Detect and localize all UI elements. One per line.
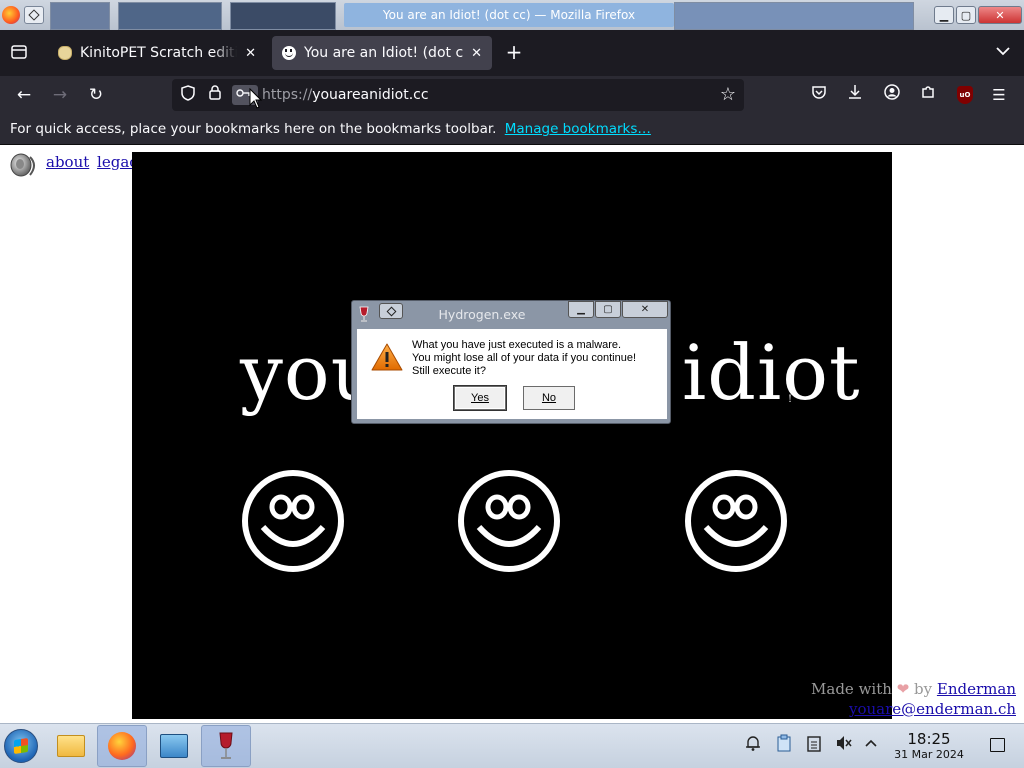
account-icon[interactable] [881, 84, 903, 106]
firefox-app-icon[interactable] [2, 6, 20, 24]
diamond-icon [28, 9, 40, 21]
dialog-message-line: What you have just executed is a malware… [412, 339, 622, 351]
list-all-tabs-chevron-down-icon[interactable] [996, 44, 1010, 60]
footer-by: by [914, 680, 933, 698]
window-title: You are an Idiot! (dot cc) — Mozilla Fir… [344, 3, 674, 27]
heart-icon: ❤ [896, 680, 910, 698]
about-link[interactable]: about [46, 153, 89, 171]
tab-label: You are an Idiot! (dot cc) [304, 45, 464, 61]
page-footer: Made with ❤ by Enderman youare@enderman.… [811, 679, 1016, 719]
downloads-icon[interactable] [844, 84, 866, 106]
show-desktop-button[interactable] [990, 738, 1005, 752]
warning-triangle-icon [371, 343, 403, 371]
footer-credit: Made with ❤ by Enderman [811, 679, 1016, 699]
firefox-icon [108, 732, 136, 760]
windows-logo-icon [14, 738, 28, 754]
background-thumbnail [50, 2, 110, 30]
bookmark-star-icon[interactable]: ☆ [720, 84, 736, 105]
smiley-favicon-icon [282, 46, 296, 60]
wine-glass-icon [219, 732, 233, 759]
tray-expand-chevron-up-icon[interactable] [864, 734, 878, 756]
wine-glass-icon [358, 306, 372, 322]
smiley-face-icon [242, 470, 344, 572]
mouse-cursor-icon [249, 88, 263, 109]
manage-bookmarks-link[interactable]: Manage bookmarks… [505, 121, 651, 137]
lock-icon[interactable] [205, 85, 225, 105]
taskbar-firefox[interactable] [97, 725, 147, 767]
tab-strip: KinitoPET Scratch edition ✕ You are an I… [0, 30, 1024, 76]
page-content: about legacy info you are an idiot ! Mad… [0, 145, 1024, 723]
reload-button[interactable]: ↻ [84, 84, 108, 106]
back-button[interactable]: ← [12, 84, 36, 106]
yes-button-label: Yes [471, 392, 489, 404]
taskbar-clock[interactable]: 18:25 31 Mar 2024 [888, 730, 970, 762]
speaker-icon[interactable] [8, 151, 40, 181]
kinitopet-favicon-icon [58, 46, 72, 60]
dialog-minimize-button[interactable]: ▁ [568, 301, 594, 318]
taskbar: 18:25 31 Mar 2024 [0, 723, 1024, 768]
diamond-icon [386, 306, 396, 316]
clock-time: 18:25 [907, 730, 951, 748]
clipboard-history-icon[interactable] [806, 734, 822, 756]
background-thumbnail [674, 2, 914, 30]
hamburger-menu-icon[interactable]: ☰ [988, 84, 1010, 106]
url-host: youareanidiot.cc [312, 87, 429, 103]
yes-button[interactable]: Yes [454, 386, 506, 410]
smiley-face-icon [685, 470, 787, 572]
tab-youareanidiot[interactable]: You are an Idiot! (dot cc) ✕ [272, 36, 492, 70]
firefox-view-icon[interactable] [10, 43, 30, 63]
background-thumbnail [118, 2, 222, 30]
window-close-button[interactable]: ✕ [978, 6, 1022, 24]
tracking-protection-shield-icon[interactable] [178, 85, 198, 105]
smiley-face-icon [458, 470, 560, 572]
volume-muted-icon[interactable] [835, 734, 853, 756]
bookmarks-toolbar-message: For quick access, place your bookmarks h… [10, 121, 497, 137]
window-menu-button[interactable] [24, 6, 44, 24]
background-thumbnail [230, 2, 336, 30]
start-menu-button[interactable] [4, 729, 38, 763]
no-button-label: No [541, 392, 557, 404]
tab-close-icon[interactable]: ✕ [471, 46, 482, 61]
taskbar-wine[interactable] [201, 725, 251, 767]
taskbar-file-manager[interactable] [46, 725, 96, 767]
tab-label: KinitoPET Scratch edition [80, 45, 238, 61]
author-link[interactable]: Enderman [937, 680, 1016, 698]
dialog-body: What you have just executed is a malware… [357, 329, 667, 419]
forward-button[interactable]: → [48, 84, 72, 106]
notifications-bell-icon[interactable] [744, 734, 762, 756]
clipboard-tray-icon[interactable] [776, 734, 792, 756]
dialog-title: Hydrogen.exe [438, 307, 526, 322]
pocket-icon[interactable] [808, 84, 830, 106]
idiot-animation-stage: you are an idiot ! [132, 152, 892, 719]
extensions-puzzle-icon[interactable] [917, 84, 939, 106]
dialog-message-line: Still execute it? [412, 365, 486, 377]
hydrogen-dialog: Hydrogen.exe ▁ ▢ ✕ What you have just ex… [351, 300, 671, 424]
clock-date: 31 Mar 2024 [894, 748, 964, 761]
url-text[interactable]: https://youareanidiot.cc [262, 85, 429, 105]
ublock-origin-icon[interactable]: uO [957, 86, 973, 104]
navigation-toolbar: ← → ↻ https://youareanidiot.cc ☆ uO ☰ [0, 76, 1024, 114]
headline-exclamation: ! [788, 394, 793, 405]
dialog-menu-button[interactable] [379, 303, 403, 319]
window-minimize-button[interactable]: ▁ [934, 6, 954, 24]
url-scheme: https:// [262, 87, 313, 103]
dialog-message: What you have just executed is a malware… [412, 339, 636, 378]
email-link[interactable]: youare@enderman.ch [849, 700, 1016, 718]
window-maximize-button[interactable]: ▢ [956, 6, 976, 24]
dialog-message-line: You might lose all of your data if you c… [412, 352, 637, 364]
bookmarks-toolbar: For quick access, place your bookmarks h… [0, 114, 1024, 145]
footer-prefix: Made with [811, 680, 892, 698]
dialog-maximize-button[interactable]: ▢ [595, 301, 621, 318]
tab-kinitopet[interactable]: KinitoPET Scratch edition ✕ [48, 36, 266, 70]
new-tab-button[interactable]: + [503, 42, 525, 64]
control-panel-icon [160, 734, 188, 758]
dialog-titlebar[interactable]: Hydrogen.exe ▁ ▢ ✕ [352, 301, 670, 329]
window-titlebar: You are an Idiot! (dot cc) — Mozilla Fir… [0, 0, 1024, 30]
taskbar-control-panel[interactable] [149, 725, 199, 767]
folder-icon [57, 735, 85, 757]
dialog-close-button[interactable]: ✕ [622, 301, 668, 318]
no-button[interactable]: No [523, 386, 575, 410]
tab-close-icon[interactable]: ✕ [245, 46, 256, 61]
